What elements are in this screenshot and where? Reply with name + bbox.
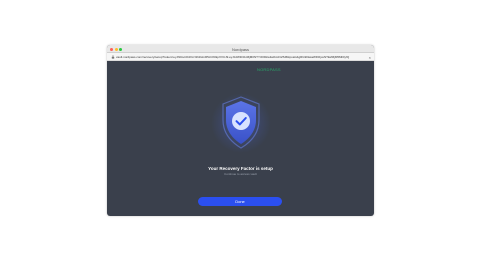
close-icon[interactable]: × xyxy=(369,55,371,60)
done-button[interactable]: Done xyxy=(198,197,282,206)
url-text[interactable]: vault.nordpass.com/recovery/setup?token=… xyxy=(116,55,358,59)
window-title: Nordpass xyxy=(231,46,250,52)
title-bar: Nordpass xyxy=(107,45,374,53)
subtitle: Continue to access vault xyxy=(224,172,257,176)
header-link[interactable]: NORDPASS xyxy=(257,67,281,72)
lock-icon xyxy=(111,55,115,59)
shield-check-icon xyxy=(211,93,271,153)
page-content: NORDPASS Your Recovery Factor is setup C… xyxy=(107,61,374,216)
browser-window: Nordpass vault.nordpass.com/recovery/set… xyxy=(107,45,374,216)
address-bar[interactable]: vault.nordpass.com/recovery/setup?token=… xyxy=(107,53,374,61)
